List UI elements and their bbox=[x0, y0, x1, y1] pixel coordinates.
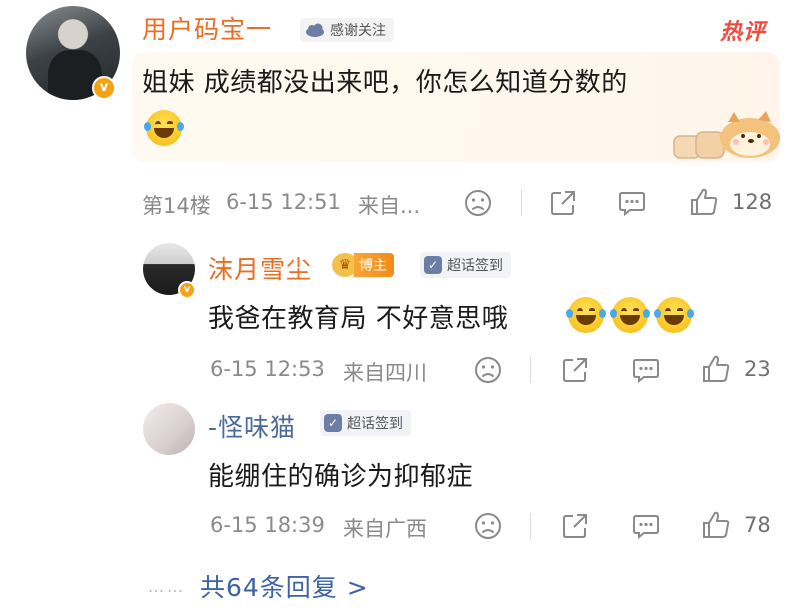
comment-icon[interactable] bbox=[630, 355, 662, 385]
dislike-face-icon[interactable] bbox=[473, 511, 503, 541]
divider bbox=[530, 357, 531, 383]
more-replies-row[interactable]: …… 共64条回复 > bbox=[148, 568, 369, 604]
source-location: 来自四川 bbox=[343, 361, 427, 385]
cloud-icon bbox=[306, 23, 324, 37]
reply-text: 能绷住的确诊为抑郁症 bbox=[208, 462, 474, 492]
checkmark-icon: ✓ bbox=[324, 414, 342, 432]
topic-checkin-badge[interactable]: ✓ 超话签到 bbox=[420, 252, 511, 278]
share-icon[interactable] bbox=[560, 355, 590, 385]
more-replies-link[interactable]: 共64条回复 > bbox=[200, 568, 369, 604]
like-count: 23 bbox=[744, 357, 771, 381]
comment-text: 姐妹 成绩都没出来吧，你怎么知道分数的 bbox=[142, 68, 628, 98]
like-thumb-icon[interactable] bbox=[700, 509, 732, 541]
checkmark-icon: ✓ bbox=[424, 256, 442, 274]
blogger-badge-label: 博主 bbox=[354, 253, 394, 277]
like-count: 78 bbox=[744, 513, 771, 537]
emoji-group bbox=[566, 297, 694, 333]
timestamp: 6-15 18:39 bbox=[210, 513, 325, 537]
floor-number: 第14楼 bbox=[142, 194, 211, 218]
dots-decoration: …… bbox=[148, 576, 186, 596]
share-icon[interactable] bbox=[560, 511, 590, 541]
thanks-follow-badge[interactable]: 感谢关注 bbox=[300, 18, 394, 42]
topic-checkin-badge[interactable]: ✓ 超话签到 bbox=[320, 410, 411, 436]
like-count: 128 bbox=[732, 190, 773, 214]
dislike-face-icon[interactable] bbox=[463, 188, 493, 218]
laugh-cry-emoji bbox=[566, 297, 606, 333]
topic-badge-label: 超话签到 bbox=[447, 258, 503, 274]
source-location: 来自... bbox=[358, 194, 421, 218]
timestamp: 6-15 12:53 bbox=[210, 357, 325, 381]
divider bbox=[530, 513, 531, 539]
share-icon[interactable] bbox=[548, 188, 578, 218]
comment-icon[interactable] bbox=[630, 511, 662, 541]
reply-text: 我爸在教育局 不好意思哦 bbox=[208, 304, 509, 334]
reply-username[interactable]: 沫月雪尘 bbox=[208, 250, 312, 286]
source-location: 来自广西 bbox=[343, 517, 427, 541]
reply-username[interactable]: -怪味猫 bbox=[208, 408, 296, 444]
thanks-badge-label: 感谢关注 bbox=[330, 23, 386, 39]
verified-badge-icon: v bbox=[92, 76, 116, 100]
username[interactable]: 用户码宝一 bbox=[142, 10, 272, 46]
dislike-face-icon[interactable] bbox=[473, 355, 503, 385]
laugh-cry-emoji bbox=[654, 297, 694, 333]
timestamp: 6-15 12:51 bbox=[226, 190, 341, 214]
verified-badge-icon: v bbox=[178, 281, 196, 299]
hot-comment-tag: 热评 bbox=[720, 20, 767, 45]
shiba-mascot-icon bbox=[673, 111, 780, 159]
like-thumb-icon[interactable] bbox=[688, 186, 720, 218]
divider bbox=[521, 190, 522, 216]
topic-badge-label: 超话签到 bbox=[347, 416, 403, 432]
reply-avatar[interactable] bbox=[143, 403, 195, 455]
laugh-cry-emoji bbox=[610, 297, 650, 333]
like-thumb-icon[interactable] bbox=[700, 353, 732, 385]
laugh-cry-emoji bbox=[144, 110, 184, 146]
blogger-badge: ♛ 博主 bbox=[332, 253, 394, 277]
comment-icon[interactable] bbox=[616, 188, 648, 218]
